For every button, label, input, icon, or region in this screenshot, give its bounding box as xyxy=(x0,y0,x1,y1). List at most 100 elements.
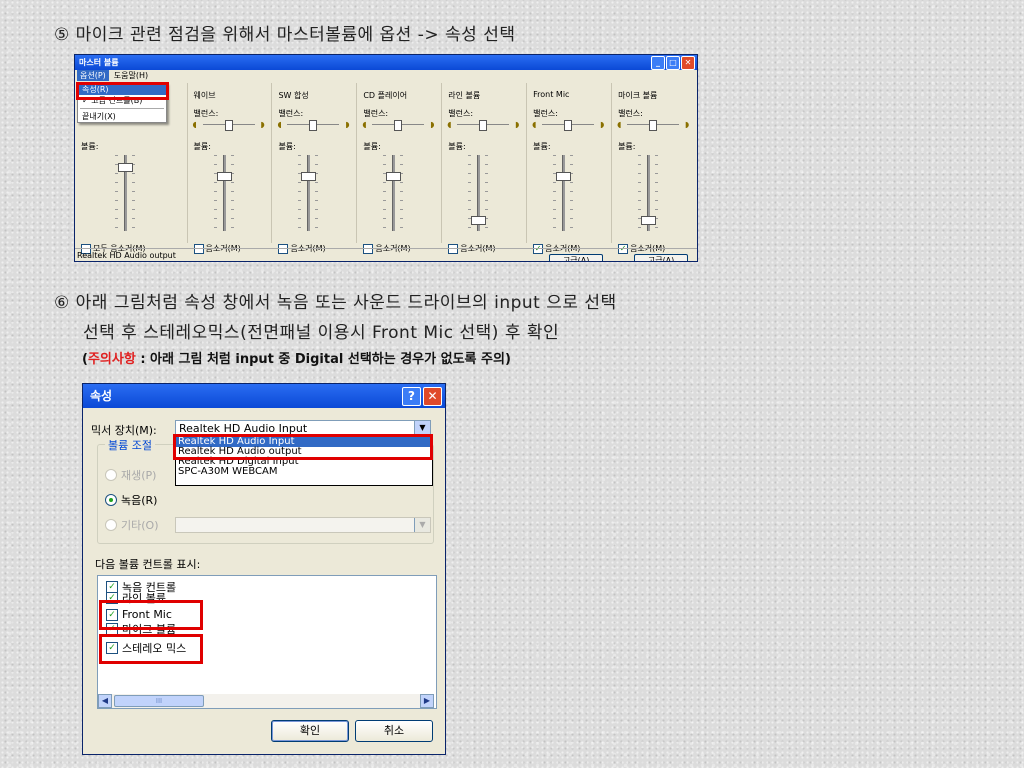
balance-slider[interactable]: ◖ ◗ xyxy=(447,120,520,131)
volume-control-label: 볼륨 조절 xyxy=(105,437,155,453)
menu-options[interactable]: 옵션(P) xyxy=(77,70,109,81)
radio-button[interactable] xyxy=(105,469,117,481)
speaker-right-icon: ◗ xyxy=(684,120,690,129)
volume-slider[interactable] xyxy=(298,155,319,235)
channel-cd-player: CD 플레이어 밸런스: ◖ ◗ 볼륨: 음소거(M) xyxy=(357,83,443,254)
speaker-left-icon: ◖ xyxy=(362,120,367,129)
radio-recording[interactable]: 녹음(R) xyxy=(105,492,157,508)
slider-thumb[interactable] xyxy=(118,163,133,172)
volume-slider[interactable] xyxy=(213,155,234,235)
maximize-icon[interactable]: □ xyxy=(666,56,680,70)
props-title: 속성 xyxy=(90,389,113,403)
highlight-front-mic-box xyxy=(99,600,203,630)
option-webcam[interactable]: SPC-A30M WEBCAM xyxy=(176,467,432,477)
warning-note: (주의사항 : 아래 그림 처럼 input 중 Digital 선택하는 경우… xyxy=(82,348,511,367)
menu-item-exit[interactable]: 끝내기(X) xyxy=(78,111,166,122)
step6-line2: 선택 후 스테레오믹스(전면패널 이용시 Front Mic 선택) 후 확인 xyxy=(83,323,560,343)
channel-balance-label: 밸런스: xyxy=(193,109,219,118)
radio-button[interactable] xyxy=(105,494,117,506)
slider-thumb[interactable] xyxy=(386,172,402,181)
channel-volume-label: 볼륨: xyxy=(448,142,466,151)
channel-front-mic: Front Mic 밸런스: ◖ ◗ 볼륨: ✓ 음소거(M) 고급(A) xyxy=(527,83,613,261)
slider-thumb[interactable] xyxy=(471,216,487,225)
channel-name: CD 플레이어 xyxy=(363,91,408,100)
menu-help[interactable]: 도움말(H) xyxy=(111,70,151,81)
channel-balance-label: 밸런스: xyxy=(618,109,643,118)
slider-thumb[interactable] xyxy=(556,172,572,181)
channel-name: Front Mic xyxy=(533,90,570,99)
horizontal-scrollbar[interactable]: ◀ III ▶ xyxy=(98,694,434,708)
warning-label: 주의사항 xyxy=(87,352,136,367)
chevron-left-icon[interactable]: ◀ xyxy=(98,694,112,708)
step5-text: ⑤ 마이크 관련 점검을 위해서 마스터볼륨에 옵션 -> 속성 선택 xyxy=(54,25,516,45)
highlight-stereo-mix-box xyxy=(99,634,203,664)
speaker-left-icon: ◖ xyxy=(277,120,282,129)
chevron-down-icon[interactable]: ▼ xyxy=(414,518,430,532)
mixer-channels: 볼륨: 모두 음소거(M) 웨이브 밸런스: ◖ ◗ 볼륨: 음소거(M) SW 합성 밸런… xyxy=(75,83,697,261)
volume-slider[interactable] xyxy=(638,155,659,235)
channel-balance-label: 밸런스: xyxy=(363,109,389,118)
slider-thumb[interactable] xyxy=(641,216,657,225)
slider-thumb[interactable] xyxy=(224,120,233,131)
balance-slider[interactable]: ◖ ◗ xyxy=(362,120,435,131)
radio-other[interactable]: 기타(O) xyxy=(105,517,158,533)
volume-slider[interactable] xyxy=(553,155,574,235)
scroll-thumb[interactable]: III xyxy=(114,695,204,707)
channel-wave: 웨이브 밸런스: ◖ ◗ 볼륨: 음소거(M) xyxy=(188,83,273,254)
step6-line1: ⑥ 아래 그림처럼 속성 창에서 녹음 또는 사운드 드라이브의 input 으… xyxy=(54,293,617,313)
chevron-right-icon[interactable]: ▶ xyxy=(420,694,434,708)
slider-thumb[interactable] xyxy=(309,120,318,131)
radio-button[interactable] xyxy=(105,519,117,531)
channel-balance-label: 밸런스: xyxy=(533,109,558,118)
channel-volume-label: 볼륨: xyxy=(278,142,296,151)
volume-slider[interactable] xyxy=(468,155,489,235)
close-icon[interactable]: ✕ xyxy=(423,387,442,406)
channel-line-volume: 라인 볼륨 밸런스: ◖ ◗ 볼륨: 음소거(M) xyxy=(442,83,528,254)
master-volume-window: 마스터 볼륨 _ □ ✕ 옵션(P) 도움말(H) 속성(R) ✓ 고급 컨트롤… xyxy=(74,54,698,262)
channel-volume-label: 볼륨: xyxy=(618,142,636,151)
show-controls-label: 다음 볼륨 컨트롤 표시: xyxy=(95,558,201,571)
chevron-down-icon[interactable]: ▼ xyxy=(414,421,430,435)
slider-thumb[interactable] xyxy=(394,120,403,131)
channel-volume-label: 볼륨: xyxy=(533,142,551,151)
minimize-icon[interactable]: _ xyxy=(651,56,665,70)
channel-name: SW 합성 xyxy=(278,91,309,100)
radio-recording-label: 녹음(R) xyxy=(121,494,158,507)
slider-thumb[interactable] xyxy=(564,120,573,131)
slider-thumb[interactable] xyxy=(479,120,488,131)
help-icon[interactable]: ? xyxy=(402,387,421,406)
channel-balance-label: 밸런스: xyxy=(448,109,474,118)
channel-name: 웨이브 xyxy=(193,91,216,100)
speaker-right-icon: ◗ xyxy=(515,120,520,129)
menu-separator xyxy=(80,108,164,109)
cancel-button[interactable]: 취소 xyxy=(355,720,433,742)
balance-slider[interactable]: ◖ ◗ xyxy=(277,120,350,131)
speaker-right-icon: ◗ xyxy=(345,120,350,129)
slider-thumb[interactable] xyxy=(301,172,317,181)
speaker-right-icon: ◗ xyxy=(430,120,435,129)
channel-balance-label: 밸런스: xyxy=(278,109,304,118)
slider-thumb[interactable] xyxy=(216,172,232,181)
mixer-device-label: 믹서 장치(M): xyxy=(91,424,157,437)
mixer-menubar: 옵션(P) 도움말(H) xyxy=(75,70,697,81)
close-icon[interactable]: ✕ xyxy=(681,56,695,70)
radio-playback[interactable]: 재생(P) xyxy=(105,467,156,483)
volume-slider[interactable] xyxy=(383,155,404,235)
channel-mic-volume: 마이크 볼륨 밸런스: ◖ ◗ 볼륨: ✓ 음소거(M) 고급(A) xyxy=(612,83,697,261)
channel-sw-synth: SW 합성 밸런스: ◖ ◗ 볼륨: 음소거(M) xyxy=(272,83,358,254)
balance-slider[interactable]: ◖ ◗ xyxy=(532,120,604,131)
mixer-titlebar: 마스터 볼륨 _ □ ✕ xyxy=(75,55,697,70)
master-volume-slider[interactable] xyxy=(115,155,135,235)
speaker-left-icon: ◖ xyxy=(447,120,452,129)
balance-slider[interactable]: ◖ ◗ xyxy=(617,120,690,131)
channel-name: 마이크 볼륨 xyxy=(618,91,658,100)
ok-button[interactable]: 확인 xyxy=(271,720,349,742)
highlight-input-box xyxy=(173,434,433,460)
mixer-title: 마스터 볼륨 xyxy=(79,58,119,67)
properties-dialog: 속성 ? ✕ 믹서 장치(M): Realtek HD Audio Input … xyxy=(82,383,446,755)
slider-thumb[interactable] xyxy=(649,120,658,131)
props-titlebar: 속성 ? ✕ xyxy=(83,384,445,408)
other-device-select[interactable]: ▼ xyxy=(175,517,431,533)
balance-slider[interactable]: ◖ ◗ xyxy=(193,120,265,131)
channel-volume-label: 볼륨: xyxy=(363,142,381,151)
